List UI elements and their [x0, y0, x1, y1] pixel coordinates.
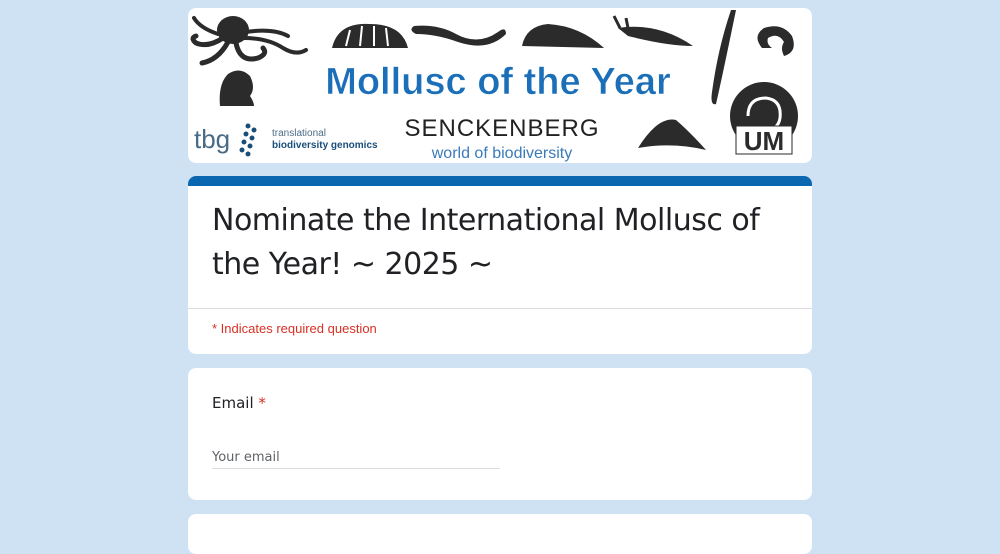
dna-icon [239, 123, 257, 157]
tbg-line2: biodiversity genomics [272, 140, 378, 151]
form-title-card: Nominate the International Mollusc of th… [188, 176, 812, 354]
octopus-icon [190, 16, 308, 66]
email-field[interactable] [212, 446, 500, 469]
snail-shell-icon [757, 26, 794, 56]
required-note: * Indicates required question [212, 321, 377, 336]
worm-mollusc-icon [411, 25, 506, 46]
email-label: Email * [212, 394, 266, 412]
email-question-card: Email * [188, 368, 812, 500]
email-label-text: Email [212, 394, 254, 412]
form-title: Nominate the International Mollusc of th… [212, 203, 760, 282]
svg-text:UM: UM [744, 126, 784, 156]
required-asterisk: * [258, 394, 266, 412]
chiton-icon [332, 23, 408, 48]
tusk-shell-icon [711, 10, 736, 105]
um-logo: UM [735, 125, 793, 156]
head-silhouette-icon [219, 70, 254, 106]
senckenberg-logo: SENCKENBERG [404, 115, 599, 142]
next-question-card [188, 514, 812, 554]
title-divider [188, 308, 812, 309]
banner-artwork: UM Mollusc of the Year tbg translational… [190, 10, 798, 162]
title-accent-bar [188, 176, 812, 186]
banner-title: Mollusc of the Year [325, 61, 671, 103]
header-banner: UM Mollusc of the Year tbg translational… [188, 8, 812, 163]
tbg-logo: tbg [194, 124, 230, 154]
tbg-line1: translational [272, 128, 326, 139]
slug-icon [522, 24, 604, 48]
limpet-icon [638, 119, 706, 150]
sea-slug-icon [612, 15, 693, 46]
senckenberg-tagline: world of biodiversity [431, 145, 573, 162]
